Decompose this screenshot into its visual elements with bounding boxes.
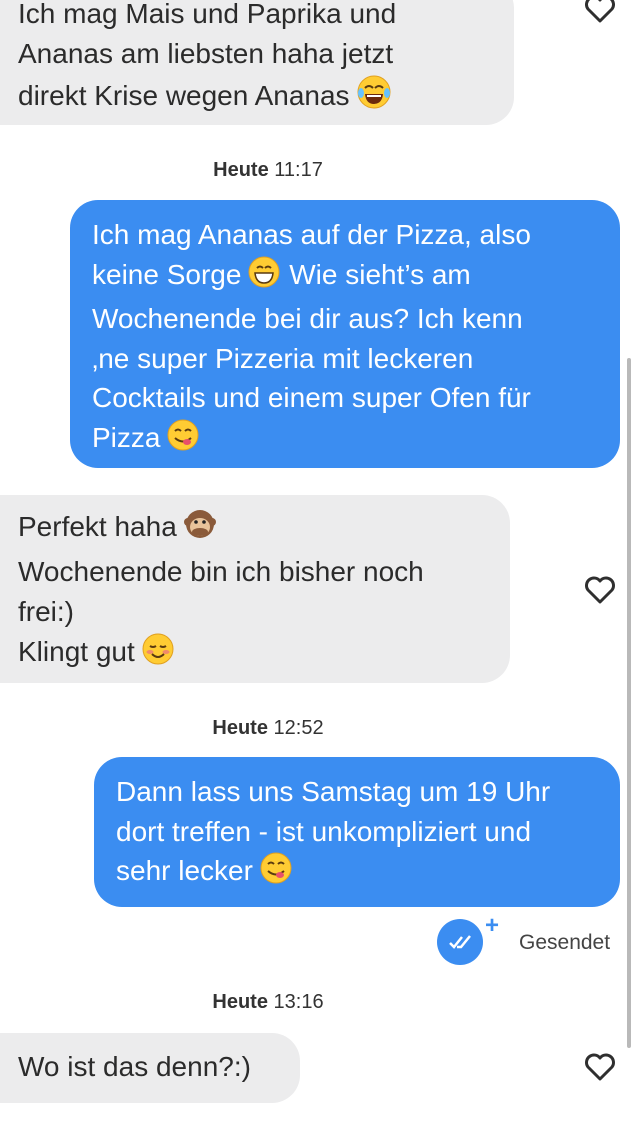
like-heart-icon[interactable]: [583, 0, 617, 31]
sent-status-label: Gesendet: [519, 931, 611, 954]
double-check-icon: [437, 919, 483, 965]
message-text: Cocktails und einem super Ofen für: [92, 382, 531, 413]
message-text: Wochenende bin ich bisher noch: [18, 556, 424, 587]
smiling-blush-emoji-icon: [141, 632, 175, 677]
speak-no-evil-monkey-emoji-icon: [183, 507, 217, 552]
message-text: ‚ne super Pizzeria mit leckeren: [92, 342, 474, 374]
message-text: Ich mag Ananas auf der Pizza, also: [92, 219, 531, 250]
scrollbar[interactable]: [627, 358, 631, 1048]
like-heart-icon[interactable]: [583, 573, 617, 612]
message-bubble-incoming[interactable]: Perfekt haha Wochenende bin ich bisher n…: [0, 495, 510, 683]
message-text: Pizza: [92, 418, 620, 463]
yum-face-emoji-icon: [259, 851, 293, 896]
yum-face-emoji-icon: [166, 418, 200, 463]
message-text: Wochenende bei dir aus? Ich kenn: [92, 303, 523, 334]
like-heart-icon[interactable]: [583, 1050, 617, 1089]
message-bubble-outgoing[interactable]: Dann lass uns Samstag um 19 Uhr dort tre…: [94, 757, 620, 907]
message-text: Klingt gut: [18, 632, 510, 677]
message-bubble-incoming[interactable]: Ich mag Mais und Paprika und Ananas am l…: [0, 0, 514, 125]
message-text: Perfekt haha: [18, 507, 510, 552]
message-text: dort treffen - ist unkompliziert und: [116, 815, 532, 847]
message-text: direkt Krise wegen Ananas: [18, 74, 514, 121]
message-text: Wo ist das denn?:): [18, 1051, 251, 1082]
plus-icon: +: [485, 912, 500, 939]
grinning-face-emoji-icon: [247, 255, 281, 300]
message-text: Ich mag Mais und Paprika und: [18, 0, 397, 29]
laughing-tears-emoji-icon: [356, 74, 392, 121]
message-text: Dann lass uns Samstag um 19 Uhr: [116, 776, 551, 807]
timestamp: Heute 13:16: [212, 991, 324, 1013]
message-text: frei:): [18, 596, 74, 627]
message-bubble-outgoing[interactable]: Ich mag Ananas auf der Pizza, also keine…: [70, 200, 620, 468]
message-text: sehr lecker: [116, 851, 620, 896]
message-text: Ananas am liebsten haha jetzt: [18, 38, 394, 69]
timestamp: Heute 11:17: [213, 159, 323, 181]
timestamp: Heute 12:52: [212, 717, 324, 739]
message-text: keine Sorge Wie sieht’s am: [92, 255, 620, 300]
message-bubble-incoming[interactable]: Wo ist das denn?:): [0, 1033, 300, 1103]
